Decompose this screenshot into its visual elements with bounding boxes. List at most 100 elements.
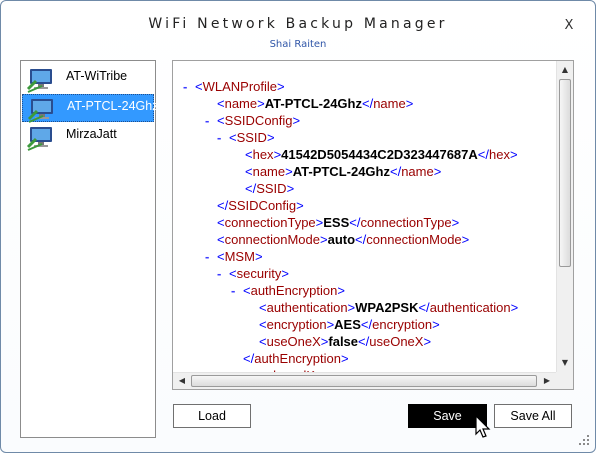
collapse-marker[interactable]: - <box>205 112 217 129</box>
xml-tag-name: name <box>252 164 286 179</box>
xml-bracket: > <box>285 164 293 179</box>
xml-tag-name: SSID <box>256 181 287 196</box>
collapse-marker[interactable]: - <box>231 282 243 299</box>
xml-value: auto <box>327 232 356 247</box>
xml-bracket: > <box>337 283 345 298</box>
xml-bracket: > <box>340 351 349 366</box>
xml-line: <name>AT-PTCL-24Ghz</name> <box>233 163 441 180</box>
xml-tag-name: SSID <box>236 130 267 145</box>
window-subtitle: Shai Raiten <box>269 39 327 50</box>
xml-bracket: < <box>259 334 267 349</box>
xml-line: <authentication>WPA2PSK</authentication> <box>247 299 518 316</box>
xml-bracket: < <box>229 266 237 281</box>
xml-bracket: < <box>245 164 253 179</box>
xml-value: AES <box>334 317 361 332</box>
xml-tag-name: WLANProfile <box>202 79 278 94</box>
horizontal-scroll-thumb[interactable] <box>191 375 537 387</box>
xml-tag-name: SSIDConfig <box>224 113 293 128</box>
xml-end-tag: </name> <box>361 96 414 111</box>
xml-line: <connectionType>ESS</connectionType> <box>205 214 459 231</box>
network-item-at-witribe[interactable]: AT-WiTribe <box>22 65 154 93</box>
collapse-marker[interactable]: - <box>217 265 229 282</box>
load-button[interactable]: Load <box>173 404 251 428</box>
xml-bracket: > <box>254 249 263 264</box>
xml-bracket: > <box>286 181 295 196</box>
xml-value: AT-PTCL-24Ghz <box>264 96 362 111</box>
scrollbar-corner <box>556 372 573 389</box>
xml-value: false <box>328 334 359 349</box>
xml-line: - <MSM> <box>205 248 263 265</box>
xml-end-tag: </connectionType> <box>349 215 460 230</box>
resize-grip-icon[interactable] <box>576 432 590 446</box>
xml-line: - <WLANProfile> <box>183 78 285 95</box>
collapse-marker[interactable]: - <box>183 78 195 95</box>
collapse-marker[interactable]: - <box>205 248 217 265</box>
close-button[interactable]: X <box>561 18 577 34</box>
xml-tag-name: hex <box>252 147 274 162</box>
xml-bracket: > <box>266 130 275 145</box>
scroll-left-icon[interactable]: ◀ <box>174 373 190 389</box>
xml-bracket: > <box>347 300 356 315</box>
network-item-label: AT-PTCL-24Ghz <box>67 99 159 113</box>
wireless-network-icon <box>26 127 52 151</box>
collapse-marker[interactable]: - <box>217 129 229 146</box>
xml-tag-name: useOneX <box>266 334 321 349</box>
xml-line: </authEncryption> <box>231 350 349 367</box>
xml-value: ESS <box>323 215 350 230</box>
save-all-button[interactable]: Save All <box>494 404 572 428</box>
mouse-cursor-icon <box>475 414 491 438</box>
xml-bracket: > <box>292 113 301 128</box>
xml-line: <useOneX>false</useOneX> <box>247 333 431 350</box>
xml-bracket: < <box>217 215 225 230</box>
xml-content: - <WLANProfile> <name>AT-PTCL-24Ghz</name>… <box>173 61 556 372</box>
network-list[interactable]: AT-WiTribe AT-PTCL-24Ghz MirzaJatt <box>20 60 158 438</box>
xml-tag-name: authEncryption <box>254 351 341 366</box>
xml-bracket: < <box>217 113 225 128</box>
horizontal-scrollbar[interactable]: ◀ ▶ <box>173 372 556 389</box>
network-item-at-ptcl-24ghz[interactable]: AT-PTCL-24Ghz <box>22 94 158 123</box>
xml-bracket: > <box>257 96 265 111</box>
xml-tag-name: MSM <box>224 249 255 264</box>
xml-line: <name>AT-PTCL-24Ghz</name> <box>205 95 413 112</box>
xml-end-tag: </authentication> <box>418 300 519 315</box>
network-item-label: AT-WiTribe <box>66 69 128 83</box>
xml-bracket: > <box>296 198 304 213</box>
xml-end-tag: </encryption> <box>360 317 440 332</box>
xml-bracket: < <box>243 283 251 298</box>
xml-line: - <SSIDConfig> <box>205 112 300 129</box>
xml-bracket: < <box>217 232 225 247</box>
xml-tag-name: authEncryption <box>250 283 338 298</box>
xml-tag-name: connectionMode <box>224 232 320 247</box>
xml-bracket: > <box>281 266 289 281</box>
xml-bracket: </ <box>245 181 257 196</box>
scroll-up-icon[interactable]: ▲ <box>557 62 573 78</box>
xml-line: - <security> <box>217 265 289 282</box>
vertical-scrollbar[interactable]: ▲ ▼ <box>556 61 573 372</box>
network-item-mirzajatt[interactable]: MirzaJatt <box>22 123 154 151</box>
xml-tag-name: encryption <box>266 317 327 332</box>
xml-line: - <authEncryption> <box>231 282 345 299</box>
scroll-down-icon[interactable]: ▼ <box>557 355 573 371</box>
xml-viewer[interactable]: - <WLANProfile> <name>AT-PTCL-24Ghz</name>… <box>172 60 574 390</box>
xml-bracket: < <box>217 96 225 111</box>
xml-end-tag: </hex> <box>477 147 518 162</box>
xml-line: <connectionMode>auto</connectionMode> <box>205 231 469 248</box>
xml-bracket: </ <box>243 351 255 366</box>
xml-line: - <SSID> <box>217 129 275 146</box>
xml-bracket: < <box>245 147 253 162</box>
vertical-scroll-thumb[interactable] <box>559 79 571 267</box>
xml-tag-name: connectionType <box>224 215 316 230</box>
xml-bracket: > <box>277 79 285 94</box>
xml-bracket: < <box>259 317 267 332</box>
xml-end-tag: </connectionMode> <box>355 232 470 247</box>
xml-tag-name: SSIDConfig <box>228 198 297 213</box>
wireless-network-icon <box>26 69 52 93</box>
wireless-network-icon <box>27 99 53 123</box>
scroll-right-icon[interactable]: ▶ <box>539 373 555 389</box>
xml-tag-name: name <box>224 96 258 111</box>
xml-line: </SSIDConfig> <box>205 197 304 214</box>
xml-end-tag: </name> <box>389 164 442 179</box>
xml-end-tag: </useOneX> <box>358 334 432 349</box>
xml-line: <hex>41542D5054434C2D323447687A</hex> <box>233 146 518 163</box>
network-item-label: MirzaJatt <box>66 127 117 141</box>
